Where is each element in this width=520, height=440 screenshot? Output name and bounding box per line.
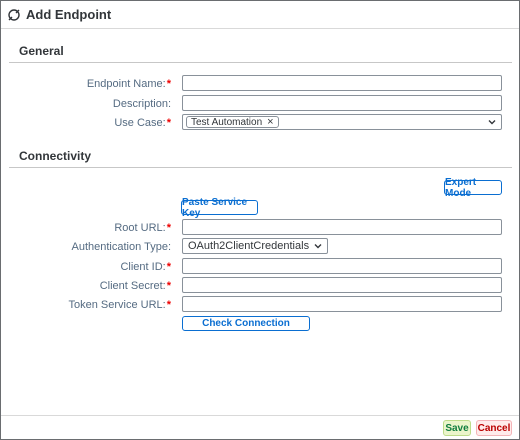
client-id-input[interactable] [182, 258, 502, 274]
authentication-type-label: Authentication Type: [71, 241, 171, 253]
authentication-type-value: OAuth2ClientCredentials [188, 240, 310, 252]
root-url-label: Root URL:* [114, 222, 171, 234]
required-marker: * [166, 280, 171, 292]
endpoint-name-input[interactable] [182, 75, 502, 91]
connectivity-divider [9, 167, 512, 168]
save-button[interactable]: Save [443, 420, 471, 436]
endpoint-plug-icon [8, 8, 20, 21]
use-case-token: Test Automation × [186, 116, 279, 128]
client-id-label: Client ID:* [120, 261, 171, 273]
remove-token-icon[interactable]: × [267, 117, 273, 128]
use-case-multicombobox[interactable]: Test Automation × [182, 114, 502, 130]
expert-mode-button[interactable]: Expert Mode [444, 177, 502, 199]
chevron-down-icon[interactable] [312, 240, 324, 252]
general-section-title: General [19, 44, 64, 58]
footer-divider [1, 415, 519, 416]
required-marker: * [166, 117, 171, 129]
required-marker: * [166, 299, 171, 311]
endpoint-name-label: Endpoint Name:* [87, 78, 171, 90]
client-secret-label-text: Client Secret: [99, 280, 166, 292]
root-url-label-text: Root URL: [114, 222, 166, 234]
cancel-button[interactable]: Cancel [476, 420, 512, 436]
token-service-url-label: Token Service URL:* [69, 299, 172, 311]
endpoint-name-label-text: Endpoint Name: [86, 78, 166, 90]
paste-service-key-button[interactable]: Paste Service Key [181, 197, 258, 219]
connectivity-section-title: Connectivity [19, 149, 92, 163]
check-connection-button[interactable]: Check Connection [182, 316, 310, 331]
chevron-down-icon[interactable] [486, 116, 498, 128]
use-case-label-text: Use Case: [114, 117, 166, 129]
add-endpoint-dialog: Add Endpoint General Endpoint Name:* Des… [0, 0, 520, 440]
dialog-title: Add Endpoint [26, 7, 112, 22]
use-case-token-label: Test Automation [191, 116, 263, 128]
description-label: Description: [112, 98, 171, 110]
description-input[interactable] [182, 95, 502, 111]
required-marker: * [166, 78, 171, 90]
authentication-type-select[interactable]: OAuth2ClientCredentials [182, 238, 328, 254]
client-secret-label: Client Secret:* [100, 280, 171, 292]
required-marker: * [166, 222, 171, 234]
client-id-label-text: Client ID: [120, 261, 166, 273]
client-secret-input[interactable] [182, 277, 502, 293]
use-case-label: Use Case:* [114, 117, 171, 129]
dialog-header: Add Endpoint [1, 1, 519, 29]
general-divider [9, 62, 512, 63]
token-service-url-input[interactable] [182, 296, 502, 312]
required-marker: * [166, 261, 171, 273]
root-url-input[interactable] [182, 219, 502, 235]
token-service-url-label-text: Token Service URL: [68, 299, 166, 311]
